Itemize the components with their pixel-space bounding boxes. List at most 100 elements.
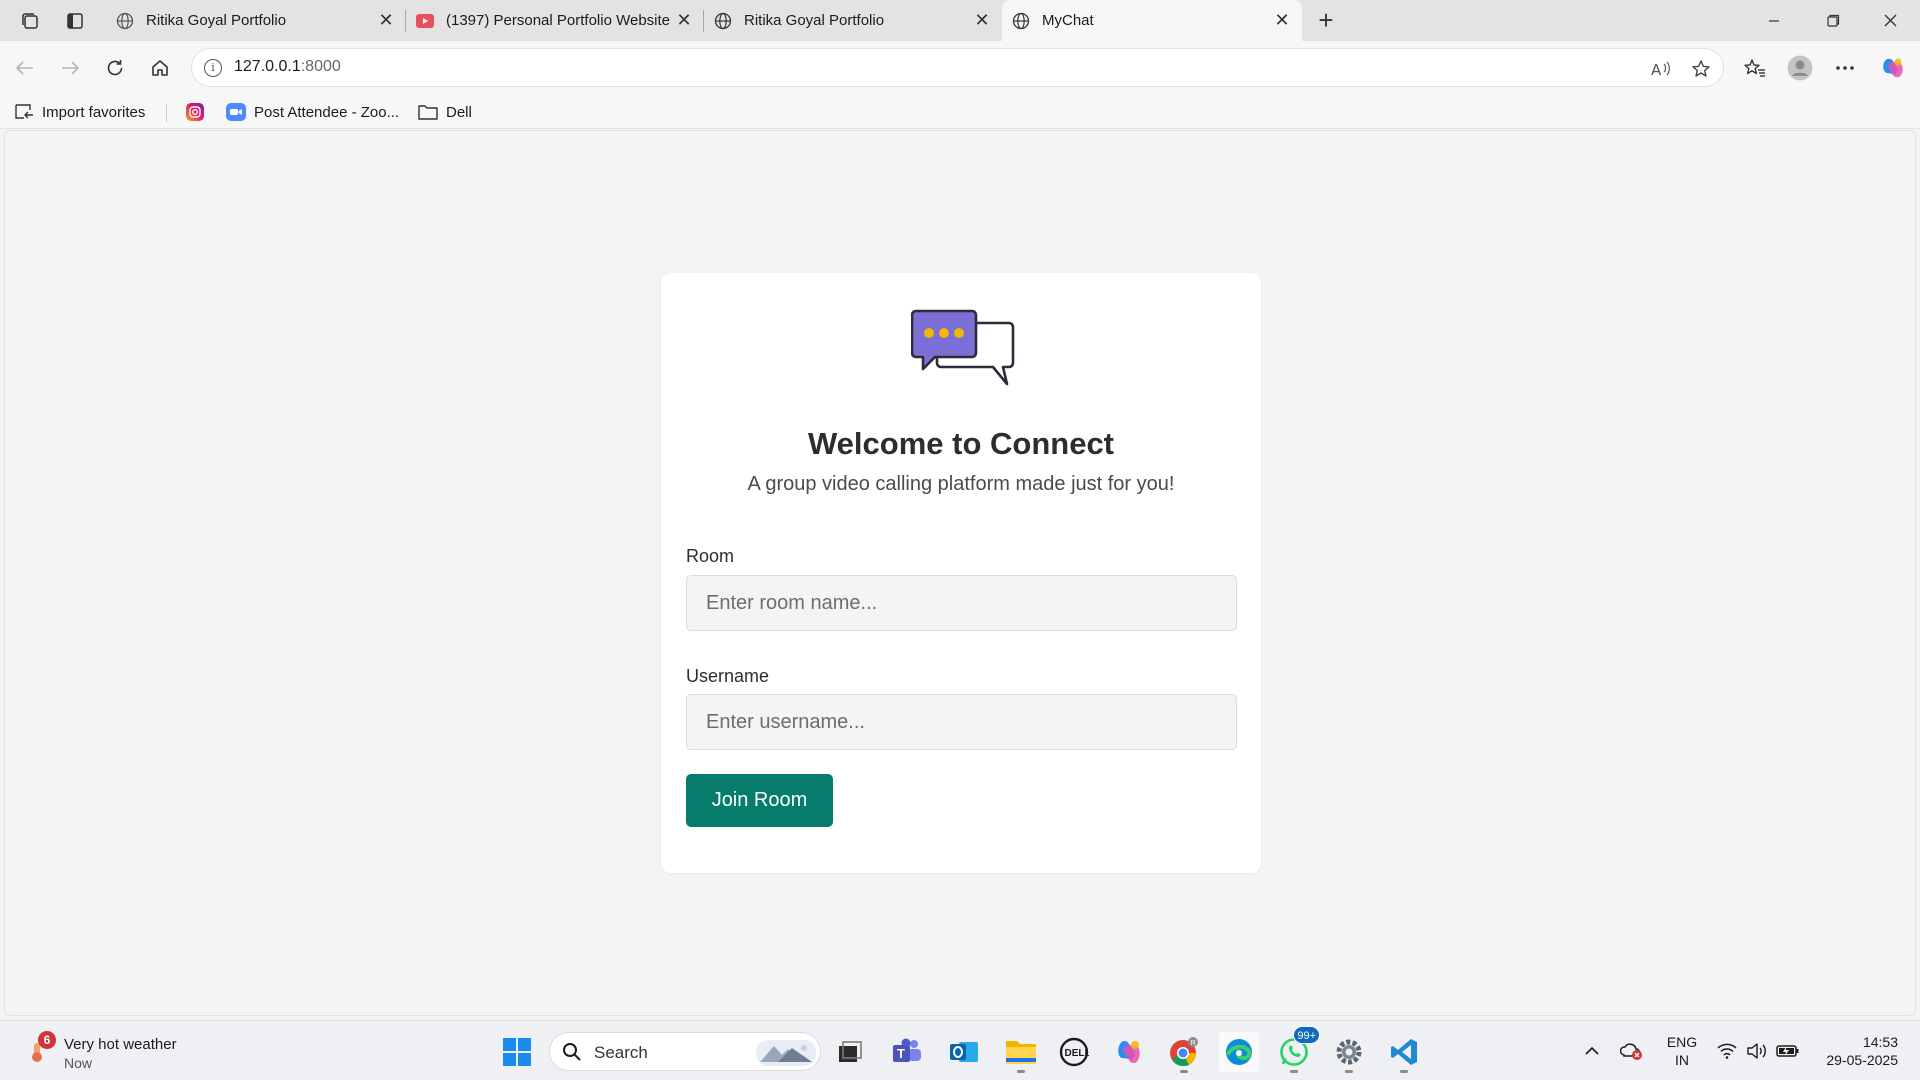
- read-aloud-icon[interactable]: A: [1649, 57, 1673, 81]
- wifi-icon[interactable]: [1715, 1039, 1739, 1063]
- site-info-icon[interactable]: i: [204, 59, 222, 77]
- edge-icon[interactable]: [1219, 1032, 1259, 1072]
- show-hidden-icons-icon[interactable]: [1580, 1039, 1604, 1063]
- copilot-app-icon[interactable]: [1109, 1032, 1149, 1072]
- page-title: Welcome to Connect: [807, 426, 1115, 461]
- more-options-icon[interactable]: [1830, 53, 1860, 83]
- forward-icon[interactable]: [55, 53, 85, 83]
- restore-button[interactable]: [1805, 0, 1861, 41]
- join-room-button[interactable]: Join Room: [686, 774, 833, 827]
- tab-4-active[interactable]: MyChat ✕: [1002, 0, 1302, 41]
- zoom-icon: [226, 103, 246, 121]
- folder-icon: [418, 104, 438, 120]
- username-input[interactable]: [686, 694, 1237, 750]
- url-port: :8000: [300, 58, 341, 75]
- tab-title: MyChat: [1042, 12, 1094, 29]
- chat-bubbles-icon: [911, 309, 1015, 386]
- new-tab-button[interactable]: +: [1311, 6, 1341, 36]
- globe-icon: [116, 12, 134, 30]
- page-subtitle: A group video calling platform made just…: [747, 473, 1175, 495]
- refresh-icon[interactable]: [100, 53, 130, 83]
- taskbar: 6 Very hot weather Now Search T DELL R 9…: [0, 1020, 1920, 1080]
- globe-icon: [714, 12, 732, 30]
- weather-alert-badge: 6: [38, 1031, 56, 1049]
- favorites-icon[interactable]: [1740, 53, 1770, 83]
- svg-text:A: A: [1651, 61, 1662, 78]
- favorite-instagram[interactable]: [186, 101, 212, 123]
- weather-subtitle: Now: [64, 1055, 93, 1071]
- windows-icon: [503, 1038, 531, 1066]
- tab-3[interactable]: Ritika Goyal Portfolio ✕: [704, 0, 1002, 41]
- favorite-import[interactable]: Import favorites: [14, 101, 145, 123]
- search-label: Search: [594, 1043, 648, 1062]
- file-explorer-icon[interactable]: [1001, 1032, 1041, 1073]
- favorite-folder-dell[interactable]: Dell: [418, 101, 472, 123]
- youtube-icon: [416, 12, 434, 30]
- copilot-icon[interactable]: [1878, 53, 1908, 83]
- search-icon: [563, 1043, 581, 1061]
- address-bar[interactable]: i 127.0.0.1:8000 A: [191, 48, 1724, 87]
- url-text[interactable]: 127.0.0.1:8000: [234, 58, 341, 76]
- close-tab-icon[interactable]: ✕: [1272, 10, 1292, 31]
- profile-avatar-icon[interactable]: [1785, 53, 1815, 83]
- url-host: 127.0.0.1: [234, 58, 301, 75]
- join-card: Welcome to Connect A group video calling…: [661, 273, 1261, 873]
- vertical-tabs-icon[interactable]: [62, 8, 88, 34]
- favorite-label: Import favorites: [42, 103, 146, 121]
- dell-icon[interactable]: DELL: [1054, 1032, 1094, 1072]
- clock-time: 14:53: [1862, 1034, 1898, 1050]
- room-input[interactable]: [686, 575, 1237, 631]
- language-line-2: IN: [1675, 1052, 1689, 1068]
- favorite-star-icon[interactable]: [1689, 57, 1713, 81]
- weather-widget[interactable]: 6 Very hot weather Now: [24, 1029, 194, 1073]
- tab-title: Ritika Goyal Portfolio: [146, 12, 287, 29]
- start-button[interactable]: [497, 1032, 537, 1072]
- address-bar-row: i 127.0.0.1:8000 A: [0, 41, 1920, 95]
- language-line-1: ENG: [1666, 1034, 1698, 1050]
- close-window-button[interactable]: [1862, 0, 1918, 41]
- task-view-icon[interactable]: [830, 1032, 870, 1072]
- tab-2[interactable]: (1397) Personal Portfolio Website ✕: [406, 0, 704, 41]
- close-tab-icon[interactable]: ✕: [674, 10, 694, 31]
- weather-title: Very hot weather: [64, 1036, 177, 1053]
- favorite-label: Dell: [446, 103, 472, 121]
- whatsapp-icon[interactable]: 99+: [1274, 1026, 1320, 1073]
- tab-title: Ritika Goyal Portfolio: [744, 12, 885, 29]
- whatsapp-badge: 99+: [1293, 1026, 1320, 1044]
- username-label: Username: [686, 666, 770, 686]
- svg-text:T: T: [897, 1046, 905, 1061]
- favorites-bar: Import favorites Post Attendee - Zoo... …: [0, 95, 1920, 129]
- back-icon[interactable]: [10, 53, 40, 83]
- close-tab-icon[interactable]: ✕: [972, 10, 992, 31]
- chrome-icon[interactable]: R: [1164, 1032, 1204, 1073]
- globe-icon: [1012, 12, 1030, 30]
- import-icon: [14, 103, 34, 121]
- system-clock[interactable]: 14:53 29-05-2025: [1812, 1033, 1898, 1069]
- tab-1[interactable]: Ritika Goyal Portfolio ✕: [106, 0, 406, 41]
- taskbar-search[interactable]: Search: [549, 1032, 821, 1071]
- volume-icon[interactable]: [1745, 1039, 1769, 1063]
- favorites-divider: [166, 104, 167, 122]
- favorite-label: Post Attendee - Zoo...: [254, 103, 400, 121]
- tab-bar: Ritika Goyal Portfolio ✕ (1397) Personal…: [0, 0, 1920, 41]
- home-icon[interactable]: [145, 53, 175, 83]
- close-tab-icon[interactable]: ✕: [376, 10, 396, 31]
- teams-icon[interactable]: T: [887, 1032, 927, 1072]
- room-label: Room: [686, 546, 735, 566]
- clock-date: 29-05-2025: [1826, 1052, 1898, 1068]
- svg-text:R: R: [1191, 1040, 1196, 1047]
- vscode-icon[interactable]: [1384, 1032, 1424, 1073]
- svg-text:DELL: DELL: [1065, 1048, 1090, 1059]
- favorite-zoom[interactable]: Post Attendee - Zoo...: [226, 101, 399, 123]
- workspaces-icon[interactable]: [17, 8, 43, 34]
- search-highlight-icon: [756, 1040, 816, 1066]
- onedrive-error-icon[interactable]: [1620, 1039, 1644, 1063]
- tab-title: (1397) Personal Portfolio Website: [446, 12, 671, 29]
- page-viewport: Welcome to Connect A group video calling…: [4, 130, 1916, 1016]
- settings-icon[interactable]: [1329, 1032, 1369, 1073]
- language-indicator[interactable]: ENG IN: [1664, 1033, 1700, 1069]
- minimize-button[interactable]: [1746, 0, 1802, 41]
- instagram-icon: [186, 103, 204, 121]
- battery-icon[interactable]: [1776, 1039, 1800, 1063]
- outlook-icon[interactable]: [944, 1032, 984, 1072]
